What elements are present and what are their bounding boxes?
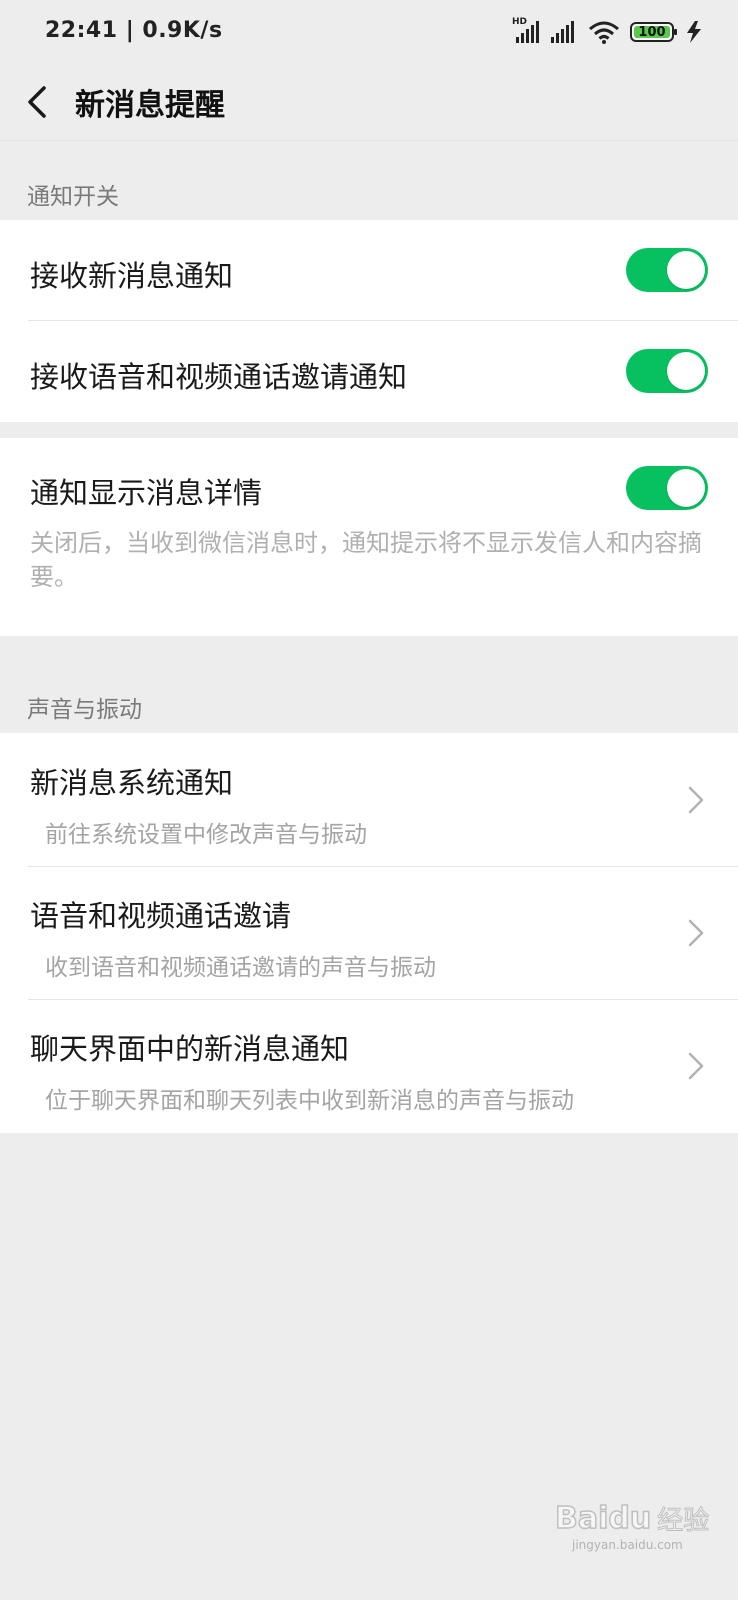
- clock-text: 22:41: [45, 18, 118, 43]
- row-receive-call-invite: 接收语音和视频通话邀请通知: [0, 321, 738, 422]
- toggle-knob: [667, 469, 705, 507]
- charging-icon: [684, 20, 704, 44]
- chevron-right-icon: [688, 1052, 704, 1080]
- row-call-invite-sound[interactable]: 语音和视频通话邀请 收到语音和视频通话邀请的声音与振动: [0, 866, 738, 999]
- row-description: 关闭后，当收到微信消息时，通知提示将不显示发信人和内容摘要。: [30, 529, 702, 591]
- section-header-notify: 通知开关: [27, 184, 119, 210]
- row-label: 通知显示消息详情: [30, 476, 263, 510]
- show-detail-toggle[interactable]: [626, 466, 708, 510]
- status-icons: HD 100: [512, 17, 704, 44]
- status-bar: 22:41 | 0.9K/s HD 100: [0, 0, 738, 64]
- hd-signal-icon: HD: [512, 17, 540, 44]
- nav-bar: 新消息提醒: [0, 64, 738, 141]
- toggle-knob: [667, 251, 705, 289]
- status-time: 22:41 | 0.9K/s: [45, 18, 223, 43]
- row-chat-new-message[interactable]: 聊天界面中的新消息通知 位于聊天界面和聊天列表中收到新消息的声音与振动: [0, 999, 738, 1133]
- watermark-brand: Baidu: [554, 1500, 652, 1537]
- battery-cap: [674, 29, 677, 35]
- row-label: 聊天界面中的新消息通知: [30, 1032, 350, 1066]
- signal-icon: [550, 20, 578, 44]
- chevron-right-icon: [688, 786, 704, 814]
- page-title: 新消息提醒: [75, 88, 225, 123]
- receive-new-message-toggle[interactable]: [626, 248, 708, 292]
- battery-icon: 100: [630, 22, 677, 42]
- notify-switch-group: 接收新消息通知 接收语音和视频通话邀请通知: [0, 220, 738, 422]
- back-button[interactable]: [22, 78, 70, 126]
- row-label: 语音和视频通话邀请: [30, 899, 292, 933]
- wifi-icon: [588, 20, 620, 44]
- baidu-jingyan-watermark: Baidu 经验: [554, 1500, 710, 1537]
- chevron-right-icon: [688, 919, 704, 947]
- notify-detail-group: 通知显示消息详情 关闭后，当收到微信消息时，通知提示将不显示发信人和内容摘要。: [0, 438, 738, 636]
- row-label: 接收新消息通知: [30, 259, 234, 293]
- row-label: 接收语音和视频通话邀请通知: [30, 360, 408, 394]
- network-speed: 0.9K/s: [142, 18, 223, 43]
- section-header-sound: 声音与振动: [27, 697, 142, 723]
- row-label: 新消息系统通知: [30, 766, 234, 800]
- row-show-detail: 通知显示消息详情 关闭后，当收到微信消息时，通知提示将不显示发信人和内容摘要。: [0, 438, 738, 636]
- watermark-url: jingyan.baidu.com: [572, 1538, 683, 1552]
- row-subtitle: 前往系统设置中修改声音与振动: [45, 822, 367, 848]
- chevron-left-icon: [28, 86, 46, 118]
- toggle-knob: [667, 352, 705, 390]
- watermark-suffix: 经验: [657, 1506, 710, 1537]
- row-new-message-system[interactable]: 新消息系统通知 前往系统设置中修改声音与振动: [0, 733, 738, 866]
- receive-call-invite-toggle[interactable]: [626, 349, 708, 393]
- row-subtitle: 位于聊天界面和聊天列表中收到新消息的声音与振动: [45, 1088, 574, 1114]
- row-receive-new-message: 接收新消息通知: [0, 220, 738, 321]
- status-separator: |: [117, 18, 143, 43]
- row-subtitle: 收到语音和视频通话邀请的声音与振动: [45, 955, 436, 981]
- sound-vibration-group: 新消息系统通知 前往系统设置中修改声音与振动 语音和视频通话邀请 收到语音和视频…: [0, 733, 738, 1133]
- battery-percent: 100: [638, 24, 666, 40]
